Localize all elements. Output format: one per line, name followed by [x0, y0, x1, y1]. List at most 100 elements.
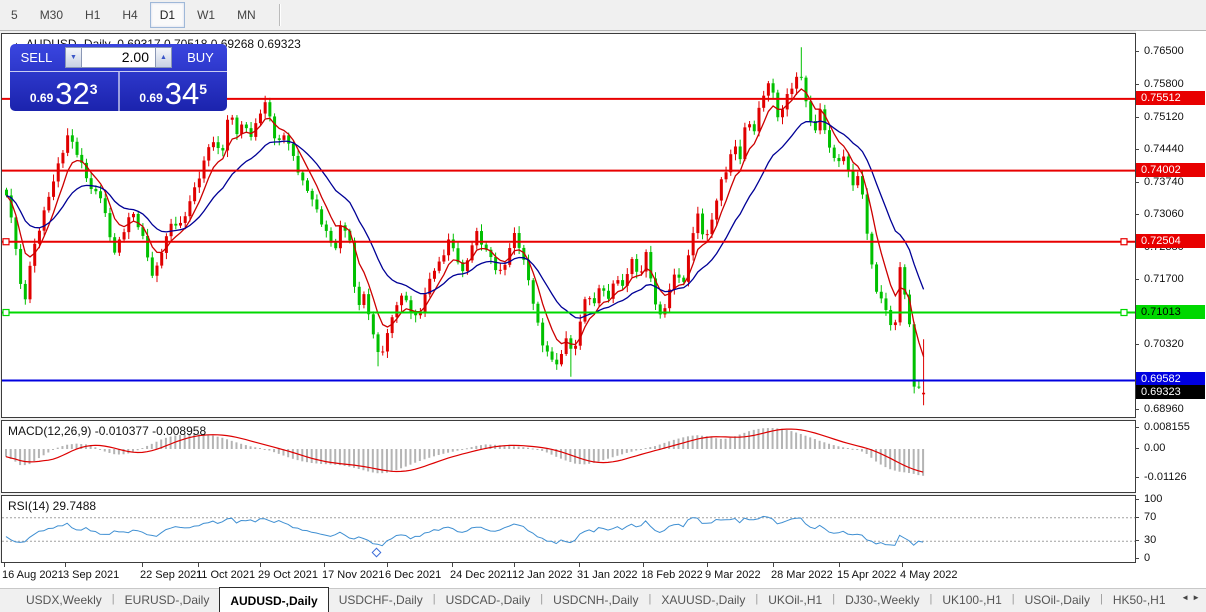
level-price-badge: 0.72504 — [1136, 234, 1205, 248]
chart-tab-usdx[interactable]: USDX,Weekly — [16, 589, 112, 612]
time-axis-label: 6 Dec 2021 — [385, 569, 441, 581]
price-tick-label-tick — [1135, 84, 1139, 85]
rsi-axis-label: 100 — [1144, 493, 1162, 505]
time-axis-tick — [198, 563, 199, 567]
volume-increase-button[interactable]: ▲ — [155, 47, 172, 68]
volume-input[interactable]: 2.00 — [82, 47, 155, 68]
macd-label: MACD(12,26,9) -0.010377 -0.008958 — [8, 424, 206, 438]
time-axis-tick — [839, 563, 840, 567]
time-axis-label: 3 Sep 2021 — [63, 569, 119, 581]
price-tick-label: 0.75120 — [1144, 111, 1184, 123]
timeframe-toolbar: 5M30H1H4D1W1MN — [0, 0, 1206, 31]
macd-axis-label-tick — [1135, 427, 1139, 428]
price-tick-label-tick — [1135, 409, 1139, 410]
toolbar-separator — [279, 4, 281, 26]
sell-price-main: 32 — [55, 79, 89, 108]
buy-button[interactable]: BUY — [174, 50, 227, 65]
sell-price-display[interactable]: 0.69 32 3 — [10, 72, 120, 111]
time-axis-label: 24 Dec 2021 — [450, 569, 512, 581]
volume-decrease-button[interactable]: ▼ — [65, 47, 82, 68]
rsi-label: RSI(14) 29.7488 — [8, 499, 96, 513]
macd-axis-label-tick — [1135, 477, 1139, 478]
buy-price-prefix: 0.69 — [139, 91, 162, 105]
time-axis-tick — [579, 563, 580, 567]
chart-tab-usdcad[interactable]: USDCAD-,Daily — [436, 589, 541, 612]
time-axis-tick — [142, 563, 143, 567]
timeframe-button-w1[interactable]: W1 — [187, 2, 225, 28]
price-tick-label-tick — [1135, 279, 1139, 280]
timeframe-button-h4[interactable]: H4 — [112, 2, 147, 28]
price-tick-label: 0.74440 — [1144, 143, 1184, 155]
macd-axis-label: 0.00 — [1144, 442, 1165, 454]
time-axis[interactable]: 16 Aug 20213 Sep 2021 22 Sep 202111 Oct 2… — [0, 563, 1206, 588]
price-tick-label: 0.73740 — [1144, 176, 1184, 188]
tab-scroll-left-icon[interactable]: ◄ — [1181, 593, 1192, 602]
timeframe-button-mn[interactable]: MN — [227, 2, 266, 28]
sell-button[interactable]: SELL — [10, 50, 63, 65]
rsi-axis-label-tick — [1135, 558, 1139, 559]
time-axis-tick — [324, 563, 325, 567]
rsi-axis-label: 70 — [1144, 511, 1156, 523]
price-tick-label-tick — [1135, 182, 1139, 183]
sell-price-prefix: 0.69 — [30, 91, 53, 105]
time-axis-tick — [514, 563, 515, 567]
rsi-chart — [2, 496, 1135, 562]
buy-price-display[interactable]: 0.69 34 5 — [120, 72, 228, 111]
level-price-badge: 0.74002 — [1136, 163, 1205, 177]
time-axis-tick — [707, 563, 708, 567]
macd-axis-label: -0.01126 — [1144, 471, 1187, 483]
time-axis-tick — [902, 563, 903, 567]
time-axis-tick — [387, 563, 388, 567]
chart-tab-usdchf[interactable]: USDCHF-,Daily — [329, 589, 433, 612]
price-tick-label: 0.76500 — [1144, 45, 1184, 57]
chart-tab-dj30[interactable]: DJ30-,Weekly — [835, 589, 929, 612]
time-axis-label: 18 Feb 2022 — [641, 569, 703, 581]
timeframe-button-h1[interactable]: H1 — [75, 2, 110, 28]
time-axis-tick — [773, 563, 774, 567]
timeframe-button-d1[interactable]: D1 — [150, 2, 185, 28]
time-axis-label: 31 Jan 2022 — [577, 569, 638, 581]
rsi-axis-label-tick — [1135, 540, 1139, 541]
chart-tab-usoil[interactable]: USOil-,Daily — [1015, 589, 1100, 612]
macd-axis-label-tick — [1135, 448, 1139, 449]
macd-indicator-panel[interactable]: MACD(12,26,9) -0.010377 -0.008958 — [1, 420, 1136, 493]
chart-tab-xauusd[interactable]: XAUUSD-,Daily — [651, 589, 755, 612]
time-axis-label: 9 Mar 2022 — [705, 569, 761, 581]
chart-tab-bar: USDX,Weekly|EURUSD-,DailyAUDUSD-,DailyUS… — [0, 588, 1206, 612]
price-axis[interactable]: 0.76500 0.75800 0.75120 0.74440 0.73740 0.730… — [1136, 31, 1206, 587]
price-tick-label: 0.75800 — [1144, 78, 1184, 90]
chart-tab-uk100[interactable]: UK100-,H1 — [932, 589, 1011, 612]
volume-stepper: ▼ 2.00 ▲ — [65, 47, 172, 68]
buy-price-main: 34 — [165, 79, 199, 108]
last-price-badge: 0.69323 — [1136, 385, 1205, 399]
time-axis-label: 16 Aug 2021 — [2, 569, 64, 581]
time-axis-label: 15 Apr 2022 — [837, 569, 896, 581]
rsi-axis-label: 30 — [1144, 534, 1156, 546]
tab-scroll-arrows[interactable]: ◄► — [1181, 593, 1203, 602]
timeframe-button-5[interactable]: 5 — [1, 2, 28, 28]
sell-price-pip: 3 — [90, 81, 98, 97]
rsi-indicator-panel[interactable]: RSI(14) 29.7488 — [1, 495, 1136, 563]
price-tick-label-tick — [1135, 214, 1139, 215]
time-axis-tick — [643, 563, 644, 567]
level-price-badge: 0.75512 — [1136, 91, 1205, 105]
chart-tab-hk50[interactable]: HK50-,H1 — [1103, 589, 1176, 612]
timeframe-button-m30[interactable]: M30 — [30, 2, 73, 28]
chart-tab-eurusd[interactable]: EURUSD-,Daily — [115, 589, 220, 612]
level-price-badge: 0.71013 — [1136, 305, 1205, 319]
chart-tab-audusd[interactable]: AUDUSD-,Daily — [219, 587, 328, 612]
price-tick-label-tick — [1135, 149, 1139, 150]
time-axis-label: 12 Jan 2022 — [512, 569, 573, 581]
price-tick-label: 0.70320 — [1144, 338, 1184, 350]
price-tick-label: 0.73060 — [1144, 208, 1184, 220]
time-axis-label: 22 Sep 2021 — [140, 569, 202, 581]
time-axis-tick — [452, 563, 453, 567]
time-axis-label: 11 Oct 2021 — [196, 569, 255, 581]
time-axis-tick — [260, 563, 261, 567]
price-tick-label-tick — [1135, 51, 1139, 52]
tab-scroll-right-icon[interactable]: ► — [1192, 593, 1203, 602]
chart-tab-ukoil[interactable]: UKOil-,H1 — [758, 589, 832, 612]
chart-tab-usdcnh[interactable]: USDCNH-,Daily — [543, 589, 648, 612]
rsi-axis-label-tick — [1135, 517, 1139, 518]
price-tick-label-tick — [1135, 344, 1139, 345]
